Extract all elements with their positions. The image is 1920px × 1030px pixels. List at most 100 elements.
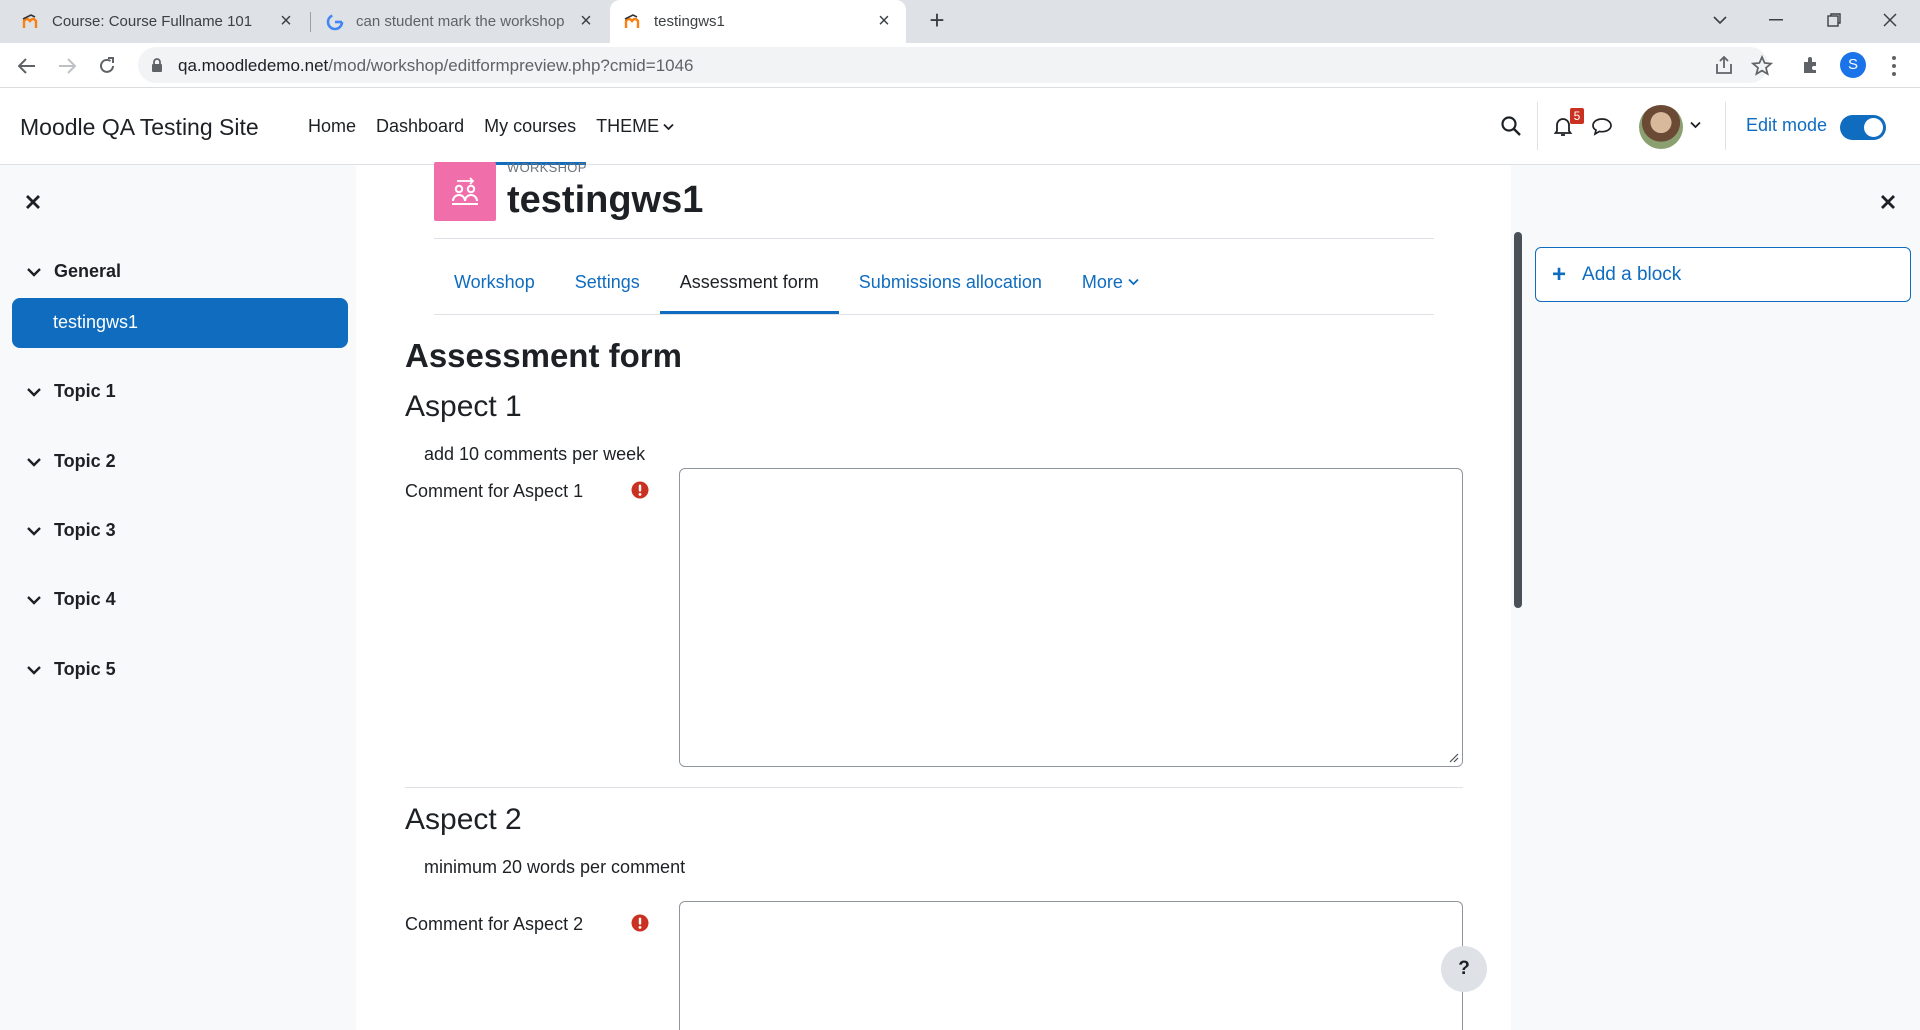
section-topic-5[interactable]: Topic 5 — [26, 659, 116, 680]
tab-title: Course: Course Fullname 101 — [52, 13, 253, 30]
secondary-navigation: Workshop Settings Assessment form Submis… — [434, 250, 1159, 314]
section-label: Topic 2 — [54, 451, 116, 471]
page-title: testingws1 — [507, 179, 704, 221]
browser-tab-course[interactable]: Course: Course Fullname 101 × — [0, 0, 308, 43]
secondary-nav-divider — [434, 314, 1434, 315]
navbar-separator — [1537, 102, 1538, 150]
edit-mode-label[interactable]: Edit mode — [1746, 115, 1827, 136]
moodle-favicon-icon — [624, 13, 640, 28]
back-icon[interactable] — [12, 51, 42, 81]
bookmark-star-icon[interactable] — [1751, 55, 1773, 77]
nav-theme[interactable]: THEME — [586, 88, 684, 165]
lock-icon[interactable] — [150, 57, 164, 73]
search-icon[interactable] — [1499, 114, 1523, 138]
tab-close-icon[interactable]: × — [874, 10, 894, 33]
section-general[interactable]: General — [26, 261, 121, 282]
tab-title: testingws1 — [654, 13, 725, 30]
restore-icon[interactable] — [1806, 0, 1862, 40]
aspect-divider — [405, 787, 1463, 788]
browser-address-bar: qa.moodledemo.net/mod/workshop/editformp… — [0, 43, 1920, 88]
browser-tab-bar: Course: Course Fullname 101 × can studen… — [0, 0, 1920, 43]
aspect-2-description: minimum 20 words per comment — [424, 857, 686, 877]
user-avatar[interactable] — [1639, 105, 1683, 149]
chevron-down-icon — [27, 387, 41, 397]
tab-close-icon[interactable]: × — [576, 10, 596, 33]
add-block-button[interactable]: + Add a block — [1535, 247, 1911, 302]
chevron-down-icon — [27, 457, 41, 467]
navbar-separator — [1725, 102, 1726, 150]
notification-count-badge: 5 — [1570, 108, 1584, 124]
section-topic-3[interactable]: Topic 3 — [26, 520, 116, 541]
tab-assessment-form[interactable]: Assessment form — [659, 250, 839, 314]
browser-profile-avatar[interactable]: S — [1840, 52, 1866, 78]
moodle-favicon-icon — [22, 13, 38, 28]
reload-icon[interactable] — [92, 51, 122, 81]
google-favicon-icon — [326, 13, 344, 30]
chevron-down-icon — [1128, 278, 1139, 286]
tab-title: can student mark the workshop a — [356, 13, 568, 30]
tab-more[interactable]: More — [1062, 250, 1159, 314]
user-menu-chevron-icon[interactable] — [1690, 121, 1701, 129]
share-icon[interactable] — [1713, 55, 1735, 77]
messages-icon[interactable] — [1590, 114, 1614, 138]
workshop-icon — [452, 176, 478, 205]
window-close-icon[interactable] — [1862, 0, 1918, 40]
aspect-2-title: Aspect 2 — [405, 803, 522, 836]
url-bar[interactable]: qa.moodledemo.net/mod/workshop/editformp… — [138, 47, 1773, 83]
chevron-down-icon — [27, 665, 41, 675]
browser-menu-icon[interactable] — [1884, 53, 1904, 79]
workshop-activity-icon — [434, 162, 496, 221]
moodle-navbar: Moodle QA Testing Site Home Dashboard My… — [0, 88, 1920, 165]
url-path: /mod/workshop/editformpreview.php?cmid=1… — [328, 56, 694, 75]
tab-more-label: More — [1081, 271, 1123, 292]
section-label: General — [54, 261, 122, 281]
close-course-index-icon[interactable] — [22, 191, 44, 213]
aspect-1-comment-label: Comment for Aspect 1 — [405, 481, 584, 501]
section-topic-2[interactable]: Topic 2 — [26, 451, 116, 472]
browser-tab-active[interactable]: testingws1 × — [610, 0, 906, 43]
form-heading: Assessment form — [405, 337, 682, 374]
section-label: Topic 3 — [54, 520, 116, 540]
site-name[interactable]: Moodle QA Testing Site — [20, 114, 259, 141]
toggle-knob — [1864, 118, 1883, 137]
section-label: Topic 4 — [54, 589, 116, 609]
aspect-2-comment-label: Comment for Aspect 2 — [405, 914, 584, 934]
tab-workshop[interactable]: Workshop — [434, 250, 555, 314]
tab-search-icon[interactable] — [1692, 0, 1748, 40]
close-block-drawer-icon[interactable] — [1877, 191, 1899, 213]
aspect-1-comment-textarea[interactable] — [679, 468, 1463, 767]
add-block-label: Add a block — [1582, 263, 1682, 285]
new-tab-icon[interactable]: + — [922, 6, 952, 36]
resize-grip-icon[interactable] — [1447, 751, 1459, 763]
nav-dashboard[interactable]: Dashboard — [366, 88, 474, 165]
browser-tab-google[interactable]: can student mark the workshop a × — [312, 0, 608, 43]
page-scrollbar[interactable] — [1514, 232, 1522, 608]
aspect-2-comment-textarea[interactable] — [679, 901, 1463, 1030]
forward-icon[interactable] — [52, 51, 82, 81]
activity-type-label: WORKSHOP — [507, 160, 587, 175]
aspect-1-description: add 10 comments per week — [424, 444, 646, 464]
tab-settings[interactable]: Settings — [555, 250, 660, 314]
nav-my-courses[interactable]: My courses — [474, 88, 587, 165]
chevron-down-icon — [27, 267, 41, 277]
url-host: qa.moodledemo.net — [178, 56, 329, 75]
activity-testingws1[interactable]: testingws1 — [12, 298, 348, 348]
help-button[interactable]: ? — [1441, 946, 1487, 992]
extensions-icon[interactable] — [1800, 54, 1822, 76]
edit-mode-toggle[interactable] — [1840, 115, 1886, 140]
plus-icon: + — [1552, 260, 1567, 288]
header-divider — [434, 238, 1434, 239]
section-topic-1[interactable]: Topic 1 — [26, 381, 116, 402]
chevron-down-icon — [27, 526, 41, 536]
chevron-down-icon — [663, 123, 674, 130]
minimize-icon[interactable] — [1748, 0, 1804, 40]
nav-home[interactable]: Home — [298, 88, 366, 165]
tab-close-icon[interactable]: × — [276, 10, 296, 33]
section-topic-4[interactable]: Topic 4 — [26, 589, 116, 610]
section-label: Topic 5 — [54, 659, 116, 679]
primary-navigation: Home Dashboard My courses THEME — [298, 88, 684, 165]
chevron-down-icon — [27, 595, 41, 605]
required-icon — [631, 914, 649, 932]
tab-submissions-allocation[interactable]: Submissions allocation — [839, 250, 1062, 314]
aspect-1-title: Aspect 1 — [405, 390, 522, 423]
